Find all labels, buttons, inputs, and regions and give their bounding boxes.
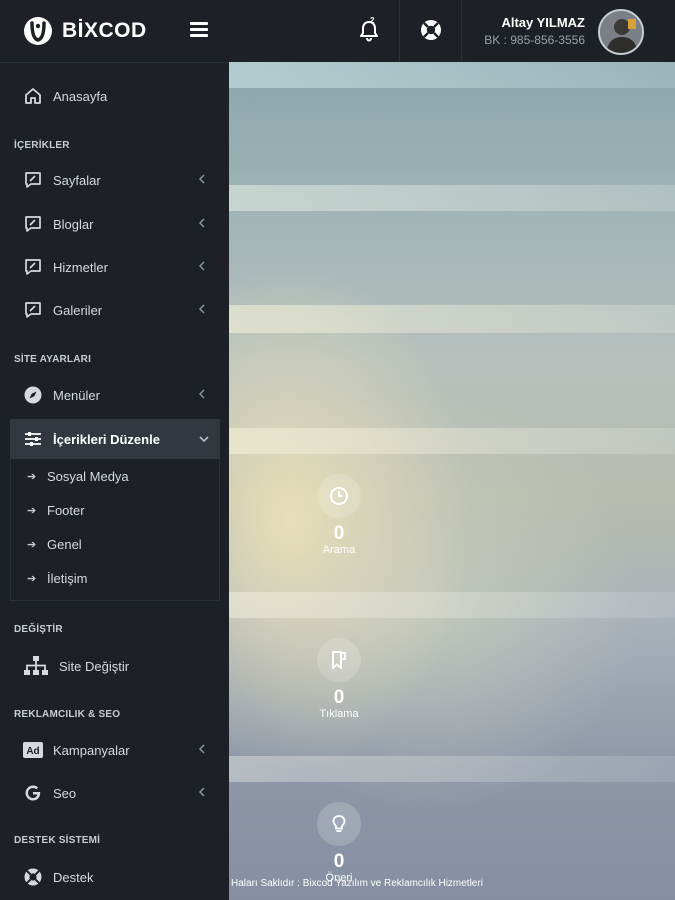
brand[interactable]: BİXCOD [0,0,229,62]
stat-search: 0 Arama [309,474,369,556]
submenu-item-general[interactable]: ➔ Genel [27,537,82,552]
ad-icon: Ad [23,740,43,760]
bookmark-icon [317,638,361,682]
top-right-area: 2 Altay YILMAZ BK : 985-856-3556 [229,0,675,62]
light-band [229,428,675,454]
chevron-left-icon [198,218,205,228]
sidebar-item-home[interactable]: Anasayfa [10,76,220,116]
edit-icon [23,214,43,234]
stat-clicks: 0 Tıklama [309,638,369,720]
section-title-site-settings: SİTE AYARLARI [14,354,92,365]
sidebar-item-campaigns[interactable]: Ad Kampanyalar [10,730,220,770]
submenu-item-label: Footer [47,503,85,518]
sidebar-item-label: Anasayfa [53,88,108,104]
brand-logo-icon [24,17,52,45]
chevron-left-icon [198,787,205,797]
sidebar-item-galleries[interactable]: Galeriler [10,290,220,330]
chevron-left-icon [198,744,205,754]
submenu-edit-contents: ➔ Sosyal Medya ➔ Footer ➔ Genel ➔ İletiş… [10,459,220,601]
sidebar-item-label: Menüler [53,387,100,403]
menu-toggle-icon[interactable] [190,22,208,38]
sidebar-item-change-site[interactable]: Site Değiştir [10,646,220,686]
top-navbar: BİXCOD 2 Altay YILMAZ BK : 985-856-3556 [0,0,675,62]
light-band [229,62,675,88]
section-title-support: DESTEK SİSTEMİ [14,835,101,846]
arrow-right-icon: ➔ [27,505,37,517]
arrow-right-icon: ➔ [27,539,37,551]
footer-copyright: Haları Saklıdır : Bixcod Yazılım ve Rekl… [231,878,483,889]
sidebar-item-support[interactable]: Destek [10,857,220,897]
divider [461,0,462,62]
sidebar-item-label: İçerikleri Düzenle [53,431,160,447]
sidebar-item-seo[interactable]: Seo [10,773,220,813]
edit-icon [23,257,43,277]
chevron-down-icon [199,436,209,443]
main-content-background: 0 Arama 0 Tıklama 0 Öneri [229,0,675,900]
ad-badge-text: Ad [26,746,39,757]
sidebar-item-pages[interactable]: Sayfalar [10,160,220,200]
brand-name: BİXCOD [62,19,147,42]
sidebar-item-label: Hizmetler [53,259,108,275]
sidebar-item-label: Site Değiştir [59,658,130,674]
stat-value: 0 [333,851,345,872]
divider [399,0,400,62]
arrow-right-icon: ➔ [27,573,37,585]
sitemap-icon [23,656,49,676]
stat-label: Arama [322,544,356,556]
avatar[interactable] [598,9,644,55]
light-band [229,305,675,333]
sidebar-item-label: Seo [53,785,77,801]
sidebar-item-edit-contents[interactable]: İçerikleri Düzenle [10,419,220,459]
arrow-right-icon: ➔ [27,471,37,483]
chevron-left-icon [198,389,205,399]
edit-icon [23,300,43,320]
sidebar: Anasayfa İÇERİKLER Sayfalar Bloglar Hizm… [0,62,229,900]
light-band [229,756,675,782]
user-id: BK : 985-856-3556 [484,33,585,47]
submenu-item-contact[interactable]: ➔ İletişim [27,571,87,586]
notification-count: 2 [370,16,375,25]
compass-icon [23,385,43,405]
sidebar-item-blogs[interactable]: Bloglar [10,204,220,244]
sidebar-item-services[interactable]: Hizmetler [10,247,220,287]
submenu-item-social-media[interactable]: ➔ Sosyal Medya [27,469,129,484]
sidebar-item-label: Sayfalar [53,172,101,188]
sidebar-item-label: Destek [53,869,94,885]
submenu-item-label: Sosyal Medya [47,469,129,484]
sidebar-item-label: Galeriler [53,302,103,318]
sliders-icon [23,429,43,449]
section-title-content: İÇERİKLER [14,140,70,151]
stat-value: 0 [333,687,345,708]
user-name[interactable]: Altay YILMAZ [501,15,585,30]
sidebar-item-label: Kampanyalar [53,742,130,758]
stat-label: Tıklama [319,708,359,720]
submenu-item-footer[interactable]: ➔ Footer [27,503,85,518]
submenu-item-label: İletişim [47,571,88,586]
chevron-left-icon [198,174,205,184]
google-icon [23,783,43,803]
bell-icon[interactable] [357,18,381,44]
edit-icon [23,170,43,190]
lifebuoy-icon[interactable] [419,18,443,42]
home-icon [23,86,43,106]
chevron-left-icon [198,304,205,314]
clock-icon [317,474,361,518]
stat-suggestion: 0 Öneri [309,802,369,884]
section-title-ads-seo: REKLAMCILIK & SEO [14,709,121,720]
lifebuoy-icon [23,867,43,887]
section-title-change: DEĞİŞTİR [14,624,63,635]
stat-value: 0 [333,523,345,544]
sidebar-item-menus[interactable]: Menüler [10,375,220,415]
lightbulb-icon [317,802,361,846]
light-band [229,185,675,211]
chevron-left-icon [198,261,205,271]
light-band [229,592,675,618]
submenu-item-label: Genel [47,537,82,552]
sidebar-item-label: Bloglar [53,216,94,232]
